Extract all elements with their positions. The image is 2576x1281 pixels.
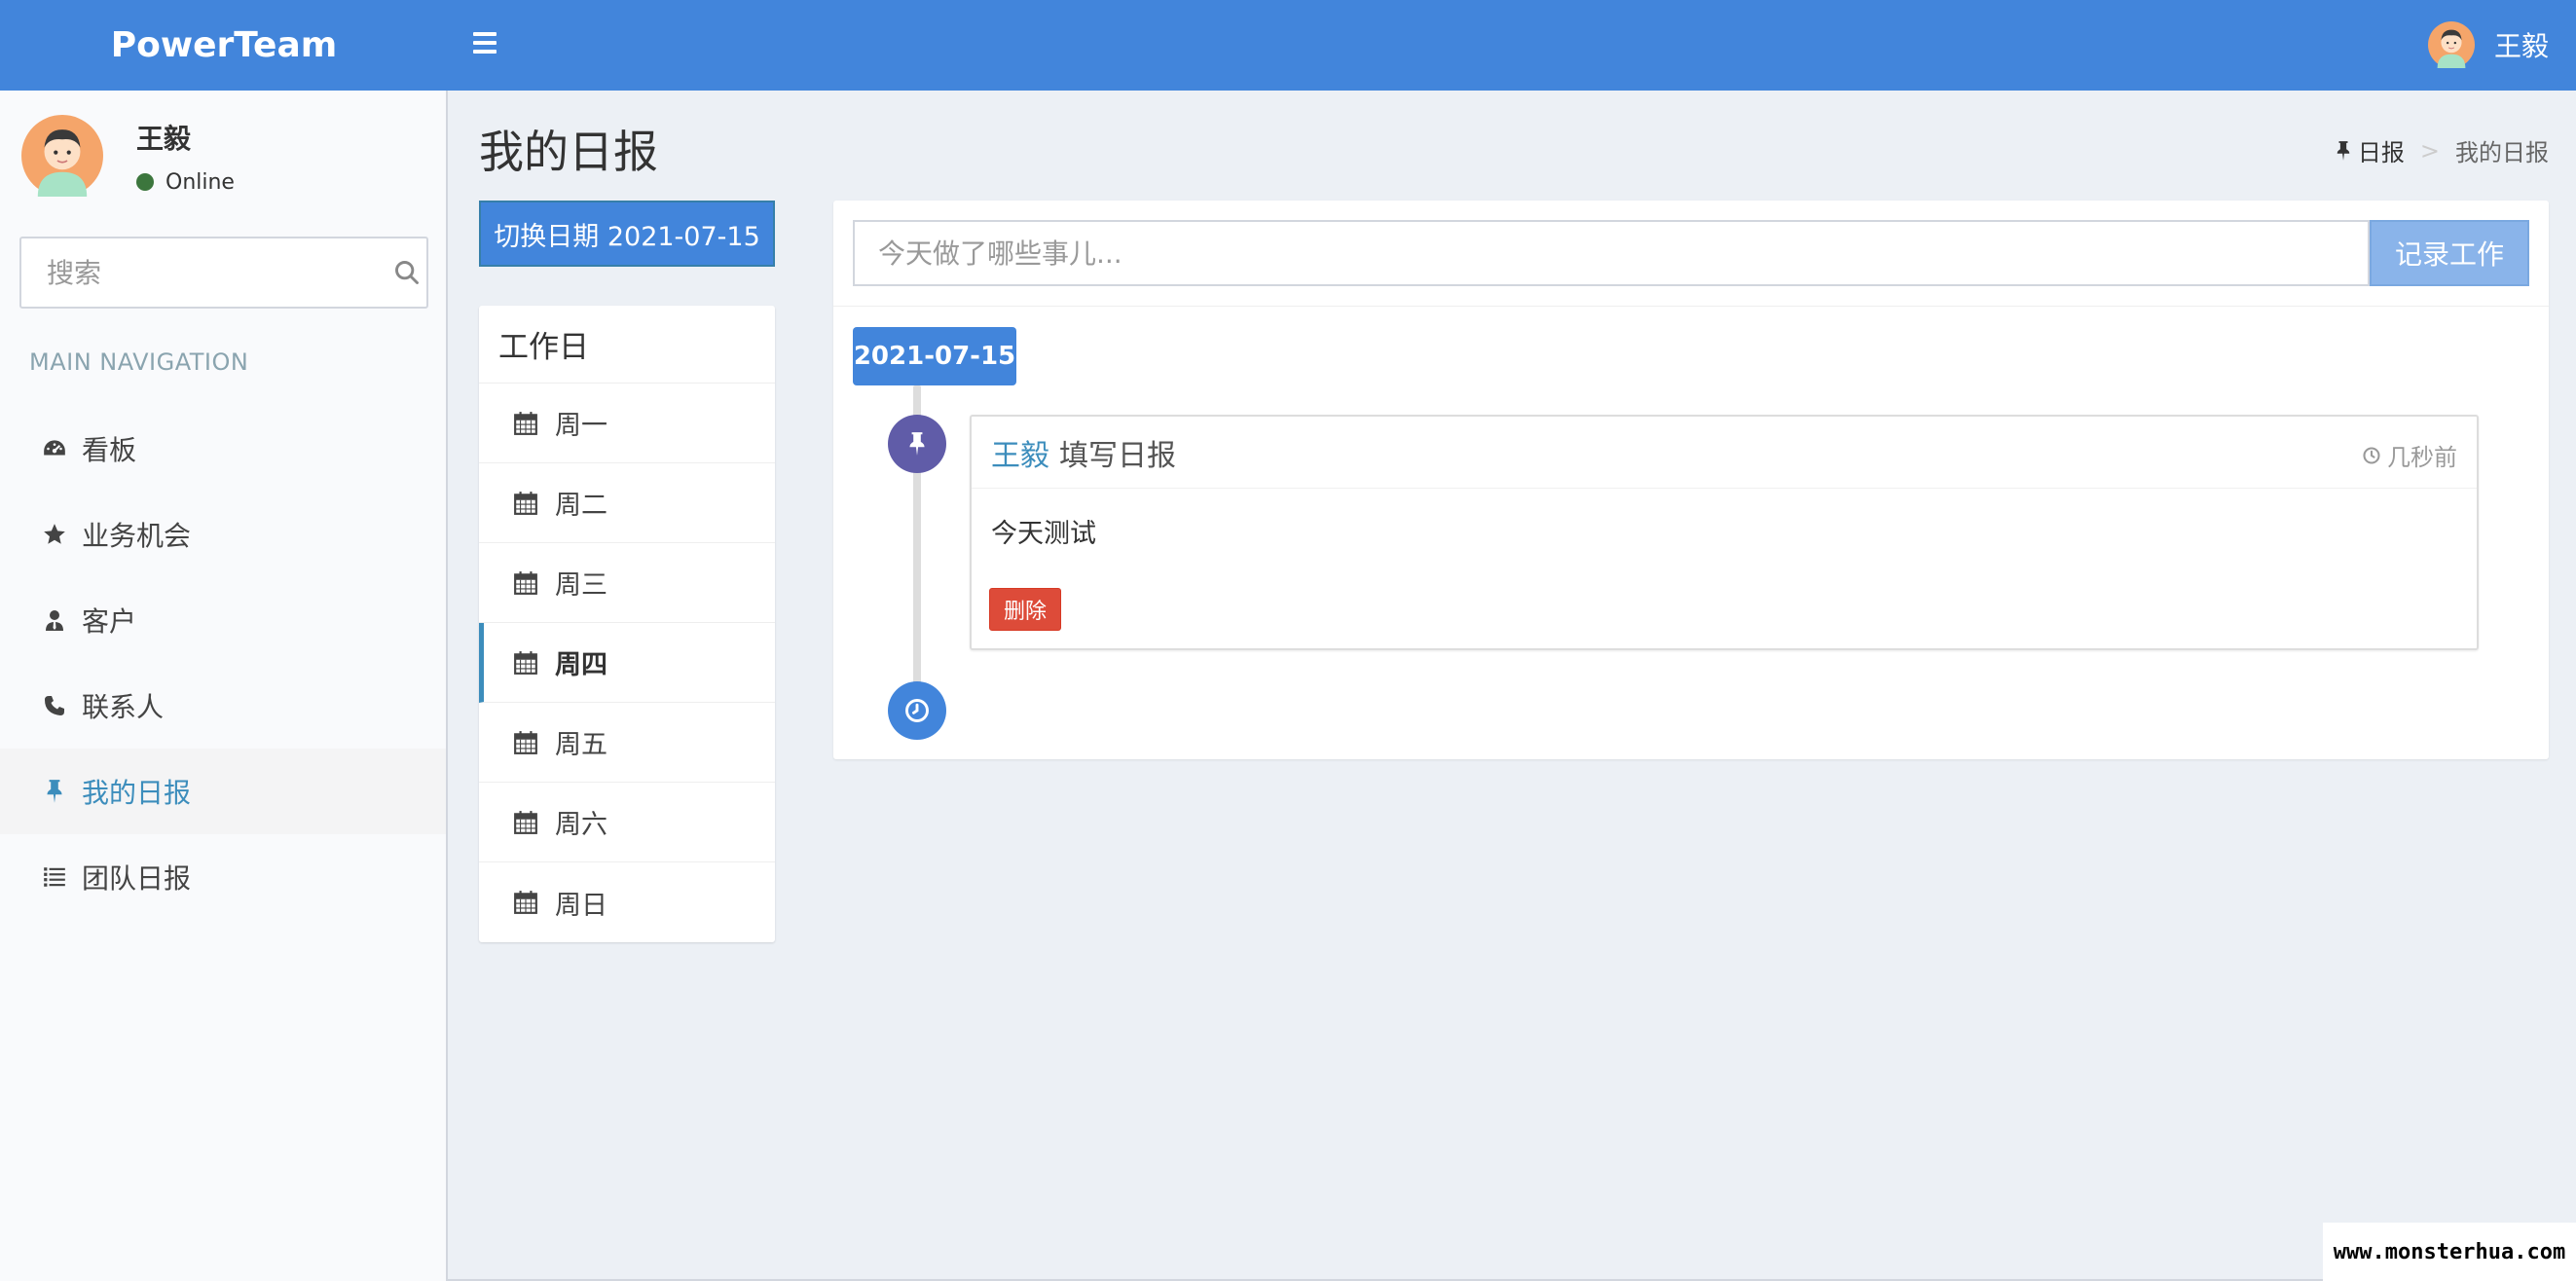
user-status: Online xyxy=(136,170,235,195)
sidebar-item-team-daily-report[interactable]: 团队日报 xyxy=(0,834,446,920)
calendar-icon xyxy=(512,729,539,756)
workday-title: 工作日 xyxy=(479,306,775,384)
sidebar-item-label: 联系人 xyxy=(82,691,165,723)
sidebar-item-contacts[interactable]: 联系人 xyxy=(0,663,446,749)
workday-item[interactable]: 周二 xyxy=(479,463,775,543)
delete-button[interactable]: 删除 xyxy=(989,588,1061,631)
timeline-date-label: 2021-07-15 xyxy=(853,327,1016,385)
user-info: 王毅 Online xyxy=(136,118,235,195)
watermark: www.monsterhua.com xyxy=(2323,1223,2576,1281)
workday-item[interactable]: 周一 xyxy=(479,384,775,463)
phone-icon xyxy=(41,692,68,719)
sidebar-item-label: 我的日报 xyxy=(82,777,192,809)
dashboard-icon xyxy=(41,435,68,462)
workday-label: 周二 xyxy=(555,491,607,521)
breadcrumb-home-label: 日报 xyxy=(2357,139,2405,166)
top-user-name: 王毅 xyxy=(2493,30,2549,62)
breadcrumb: 日报 > 我的日报 xyxy=(2335,133,2549,167)
breadcrumb-current: 我的日报 xyxy=(2455,139,2549,166)
nav-header: MAIN NAVIGATION xyxy=(29,348,249,376)
sidebar-item-label: 看板 xyxy=(82,434,137,466)
timeline-pin-marker xyxy=(888,415,946,473)
search-icon xyxy=(394,261,419,284)
workday-label: 周日 xyxy=(555,890,607,921)
calendar-icon xyxy=(512,410,539,437)
workday-item[interactable]: 周六 xyxy=(479,783,775,862)
top-navbar: PowerTeam 王毅 xyxy=(0,0,2576,91)
entry-time-text: 几秒前 xyxy=(2387,444,2457,471)
entry-action: 填写日报 xyxy=(1059,438,1176,473)
sidebar-item-my-daily-report[interactable]: 我的日报 xyxy=(0,749,446,834)
daily-report-box: 记录工作 2021-07-15 王毅 填写日报 几秒前 今天测试 删除 xyxy=(833,201,2549,759)
sidebar-user-name: 王毅 xyxy=(136,122,192,155)
work-input[interactable] xyxy=(853,220,2370,286)
sidebar-item-dashboard[interactable]: 看板 xyxy=(0,406,446,492)
calendar-icon xyxy=(512,809,539,836)
user-panel: 王毅 Online xyxy=(21,114,235,198)
workday-label: 周五 xyxy=(555,730,607,760)
sidebar-item-label: 团队日报 xyxy=(82,862,192,895)
record-work-button[interactable]: 记录工作 xyxy=(2370,220,2529,286)
timeline-end-marker xyxy=(888,681,946,740)
clock-icon xyxy=(2363,446,2380,464)
workday-list: 周一周二周三周四周五周六周日 xyxy=(479,384,775,942)
online-status-icon xyxy=(136,173,154,191)
avatar-small xyxy=(2427,21,2475,68)
user-tie-icon xyxy=(41,606,68,634)
main-navigation: 看板 业务机会 客户 联系人 我的日报 团队日报 xyxy=(0,406,446,920)
workday-label: 周三 xyxy=(555,570,607,601)
record-work-form: 记录工作 xyxy=(853,220,2529,286)
sidebar-item-customers[interactable]: 客户 xyxy=(0,577,446,663)
hamburger-icon xyxy=(473,32,497,36)
calendar-icon xyxy=(512,490,539,517)
app-logo[interactable]: PowerTeam xyxy=(0,0,448,91)
avatar xyxy=(21,115,103,197)
timeline-entry-header: 王毅 填写日报 xyxy=(972,417,2477,489)
status-text: Online xyxy=(166,169,235,195)
breadcrumb-home-link[interactable]: 日报 xyxy=(2335,133,2405,167)
pin-icon xyxy=(909,432,925,456)
workday-label: 周六 xyxy=(555,810,607,840)
search-input[interactable] xyxy=(21,238,386,307)
calendar-icon xyxy=(512,569,539,597)
sidebar-item-opportunities[interactable]: 业务机会 xyxy=(0,492,446,577)
sidebar-search xyxy=(19,237,428,309)
calendar-icon xyxy=(512,889,539,916)
sidebar: 王毅 Online MAIN NAVIGATION 看板 xyxy=(0,91,448,1281)
pin-icon xyxy=(41,778,68,805)
entry-author-link[interactable]: 王毅 xyxy=(991,431,1049,474)
list-icon xyxy=(41,863,68,891)
sidebar-item-label: 业务机会 xyxy=(82,520,192,552)
switch-date-button[interactable]: 切换日期 2021-07-15 xyxy=(479,201,775,267)
workday-panel: 工作日 周一周二周三周四周五周六周日 xyxy=(479,306,775,942)
workday-item[interactable]: 周四 xyxy=(479,623,775,703)
pin-icon xyxy=(2337,140,2350,161)
entry-body: 今天测试 xyxy=(991,519,1096,549)
star-icon xyxy=(41,521,68,548)
workday-label: 周一 xyxy=(555,411,607,441)
workday-item[interactable]: 周日 xyxy=(479,862,775,942)
workday-item[interactable]: 周五 xyxy=(479,703,775,783)
sidebar-toggle-button[interactable] xyxy=(473,27,504,62)
workday-label: 周四 xyxy=(555,650,607,680)
calendar-icon xyxy=(512,649,539,677)
user-menu[interactable]: 王毅 xyxy=(2427,19,2549,70)
timeline-entry: 王毅 填写日报 几秒前 今天测试 删除 xyxy=(970,415,2479,650)
breadcrumb-separator: > xyxy=(2419,136,2440,165)
sidebar-item-label: 客户 xyxy=(82,605,137,638)
search-button[interactable] xyxy=(386,238,426,307)
clock-icon xyxy=(905,699,929,722)
divider xyxy=(833,306,2549,307)
workday-item[interactable]: 周三 xyxy=(479,543,775,623)
entry-time: 几秒前 xyxy=(2362,438,2457,472)
page-title: 我的日报 xyxy=(479,126,658,178)
